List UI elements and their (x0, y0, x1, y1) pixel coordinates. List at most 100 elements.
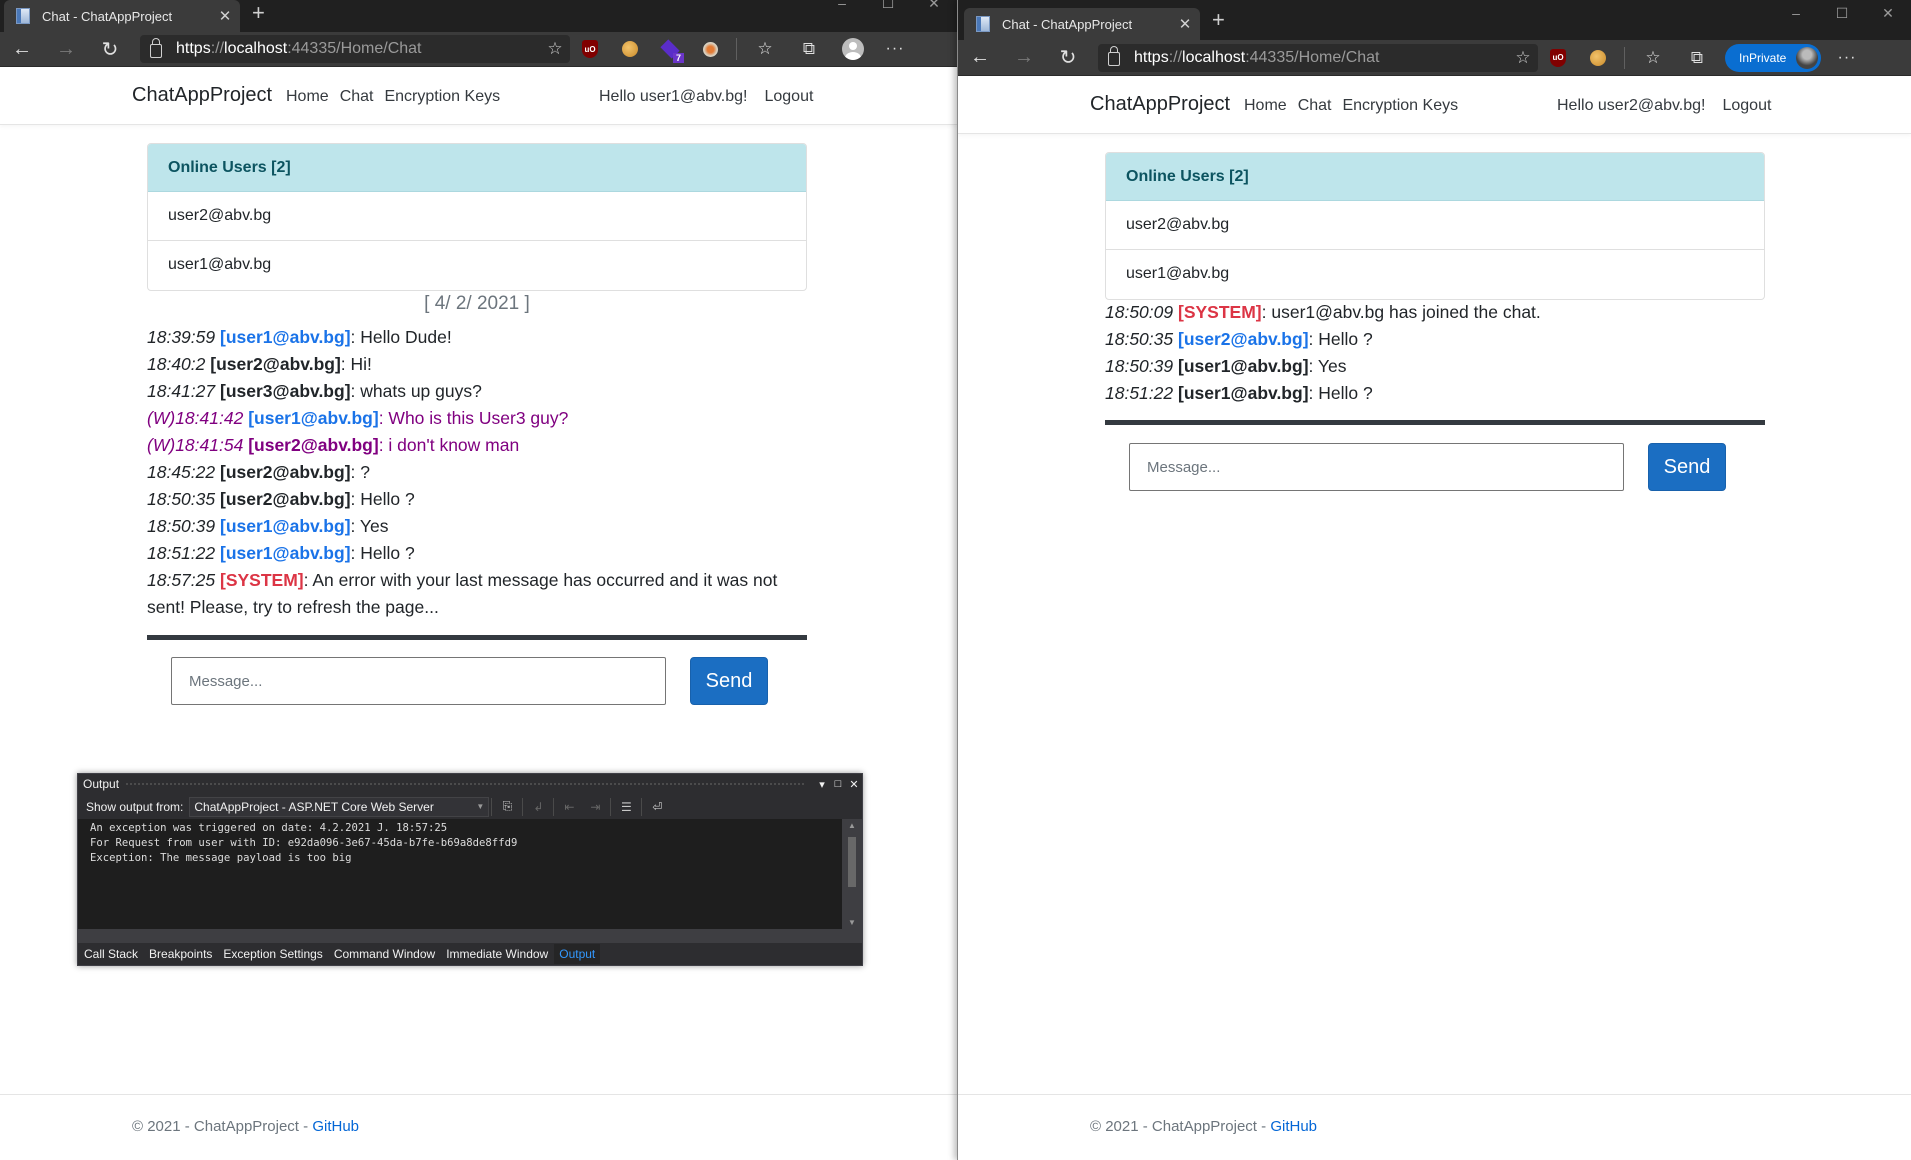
nav-encryption-keys[interactable]: Encryption Keys (384, 88, 500, 106)
refresh-icon[interactable]: ↻ (88, 37, 132, 62)
message-input[interactable] (171, 657, 666, 705)
tab-breakpoints[interactable]: Breakpoints (149, 947, 212, 961)
online-user-item[interactable]: user1@abv.bg (1106, 250, 1764, 299)
tab-exception-settings[interactable]: Exception Settings (223, 947, 322, 961)
maximize-icon[interactable]: ☐ (1819, 6, 1865, 26)
nav-chat[interactable]: Chat (340, 88, 374, 106)
online-user-item[interactable]: user1@abv.bg (148, 241, 806, 290)
more-menu-icon[interactable]: ··· (875, 40, 915, 58)
send-button[interactable]: Send (1648, 443, 1726, 491)
output-text[interactable]: An exception was triggered on date: 4.2.… (78, 819, 842, 929)
address-bar[interactable]: https://localhost:44335/Home/Chat ☆ (140, 35, 570, 63)
brand-link[interactable]: ChatAppProject (1090, 93, 1230, 116)
github-link[interactable]: GitHub (1270, 1118, 1317, 1135)
ublock-extension-icon[interactable]: uO (1538, 46, 1578, 70)
window-controls: – ☐ ✕ (1773, 6, 1911, 26)
nav-home[interactable]: Home (286, 88, 329, 106)
url-text[interactable]: https://localhost:44335/Home/Chat (176, 40, 540, 58)
send-button[interactable]: Send (690, 657, 768, 705)
timestamp: 18:41:42 (175, 408, 244, 428)
window-position-dropdown-icon[interactable]: ▾ (814, 778, 830, 791)
favorites-icon[interactable]: ☆ (1631, 48, 1675, 68)
message-time: 18:50:35 (1105, 329, 1173, 349)
cookie-extension-icon[interactable] (1578, 46, 1618, 70)
minimize-icon[interactable]: – (1773, 6, 1819, 26)
next-message-icon[interactable]: ⇥ (582, 800, 608, 814)
close-icon[interactable]: ✕ (846, 778, 862, 791)
collections-icon[interactable]: ⧉ (787, 39, 831, 59)
forward-icon[interactable]: → (1002, 46, 1046, 69)
cube-extension-icon[interactable]: 7 (650, 37, 690, 63)
message-input[interactable] (1129, 443, 1624, 491)
find-message-in-code-icon[interactable]: ⎘ (494, 799, 520, 814)
brand-link[interactable]: ChatAppProject (132, 84, 272, 107)
online-user-item[interactable]: user2@abv.bg (1106, 201, 1764, 250)
back-icon[interactable]: ← (958, 46, 1002, 69)
vertical-scrollbar[interactable]: ▲ ▼ (842, 819, 862, 929)
add-favorite-icon[interactable]: ☆ (540, 39, 570, 59)
message-time: 18:50:35 (147, 489, 215, 509)
chat-date: [ 4/ 2/ 2021 ] (424, 293, 530, 314)
greeting-link[interactable]: Hello user1@abv.bg! (599, 88, 747, 106)
show-output-label: Show output from: (86, 799, 184, 814)
word-wrap-icon[interactable]: ⏎ (644, 800, 670, 814)
output-source-select[interactable]: ChatAppProject - ASP.NET Core Web Server… (189, 796, 490, 817)
scroll-up-icon[interactable]: ▲ (848, 821, 856, 830)
browser-tab[interactable]: Chat - ChatAppProject ✕ (4, 0, 240, 32)
tab-call-stack[interactable]: Call Stack (84, 947, 138, 961)
minimize-icon[interactable]: – (819, 0, 865, 16)
cookie-editor-extension-icon[interactable] (690, 37, 730, 61)
message-time: 18:57:25 (147, 570, 215, 590)
lock-icon[interactable] (150, 37, 162, 58)
timestamp: 18:51:22 (1105, 383, 1174, 403)
message-time: 18:39:59 (147, 327, 215, 347)
nav-chat[interactable]: Chat (1298, 97, 1332, 115)
maximize-icon[interactable]: ☐ (865, 0, 911, 16)
whisper-message: (W)18:41:54 [user2@abv.bg]: i don't know… (147, 432, 807, 459)
ublock-extension-icon[interactable]: uO (570, 37, 610, 61)
refresh-icon[interactable]: ↻ (1046, 45, 1090, 70)
new-tab-icon[interactable]: + (252, 0, 265, 26)
compose-form: Send (171, 657, 768, 705)
nav-home[interactable]: Home (1244, 97, 1287, 115)
cookie-extension-icon[interactable] (610, 37, 650, 61)
timestamp: 18:50:35 (147, 489, 216, 509)
logout-link[interactable]: Logout (1722, 97, 1771, 115)
back-icon[interactable]: ← (0, 38, 44, 61)
clear-all-icon[interactable]: ☰ (613, 800, 639, 814)
greeting-link[interactable]: Hello user2@abv.bg! (1557, 97, 1705, 115)
online-users-panel: Online Users [2] user2@abv.bg user1@abv.… (147, 143, 807, 291)
tab-output[interactable]: Output (554, 944, 601, 964)
new-tab-icon[interactable]: + (1212, 7, 1225, 33)
collections-icon[interactable]: ⧉ (1675, 48, 1719, 68)
scroll-thumb[interactable] (848, 837, 856, 887)
go-to-location-icon[interactable]: ↲ (525, 800, 551, 814)
previous-message-icon[interactable]: ⇤ (556, 800, 582, 814)
toolbar-divider (736, 38, 737, 60)
nav-encryption-keys[interactable]: Encryption Keys (1342, 97, 1458, 115)
logout-link[interactable]: Logout (764, 88, 813, 106)
scroll-down-icon[interactable]: ▼ (848, 918, 856, 927)
horizontal-scrollbar[interactable] (78, 929, 862, 943)
message-sender: [user1@abv.bg] (220, 516, 351, 536)
tab-command-window[interactable]: Command Window (334, 947, 435, 961)
close-window-icon[interactable]: ✕ (1865, 6, 1911, 26)
close-tab-icon[interactable]: ✕ (210, 7, 240, 25)
address-bar[interactable]: https://localhost:44335/Home/Chat ☆ (1098, 43, 1538, 72)
forward-icon[interactable]: → (44, 38, 88, 61)
github-link[interactable]: GitHub (312, 1118, 359, 1135)
lock-icon[interactable] (1108, 46, 1120, 66)
online-user-item[interactable]: user2@abv.bg (148, 192, 806, 241)
close-tab-icon[interactable]: ✕ (1170, 15, 1200, 33)
profile-avatar-icon[interactable] (842, 38, 864, 60)
browser-tab[interactable]: Chat - ChatAppProject ✕ (964, 8, 1200, 40)
drag-grip[interactable] (125, 781, 806, 787)
maximize-icon[interactable]: □ (830, 778, 846, 790)
inprivate-button[interactable]: InPrivate (1725, 43, 1821, 72)
add-favorite-icon[interactable]: ☆ (1508, 48, 1538, 68)
close-window-icon[interactable]: ✕ (911, 0, 957, 16)
tab-immediate-window[interactable]: Immediate Window (446, 947, 548, 961)
url-text[interactable]: https://localhost:44335/Home/Chat (1134, 49, 1508, 67)
more-menu-icon[interactable]: ··· (1827, 49, 1867, 67)
favorites-icon[interactable]: ☆ (743, 39, 787, 59)
